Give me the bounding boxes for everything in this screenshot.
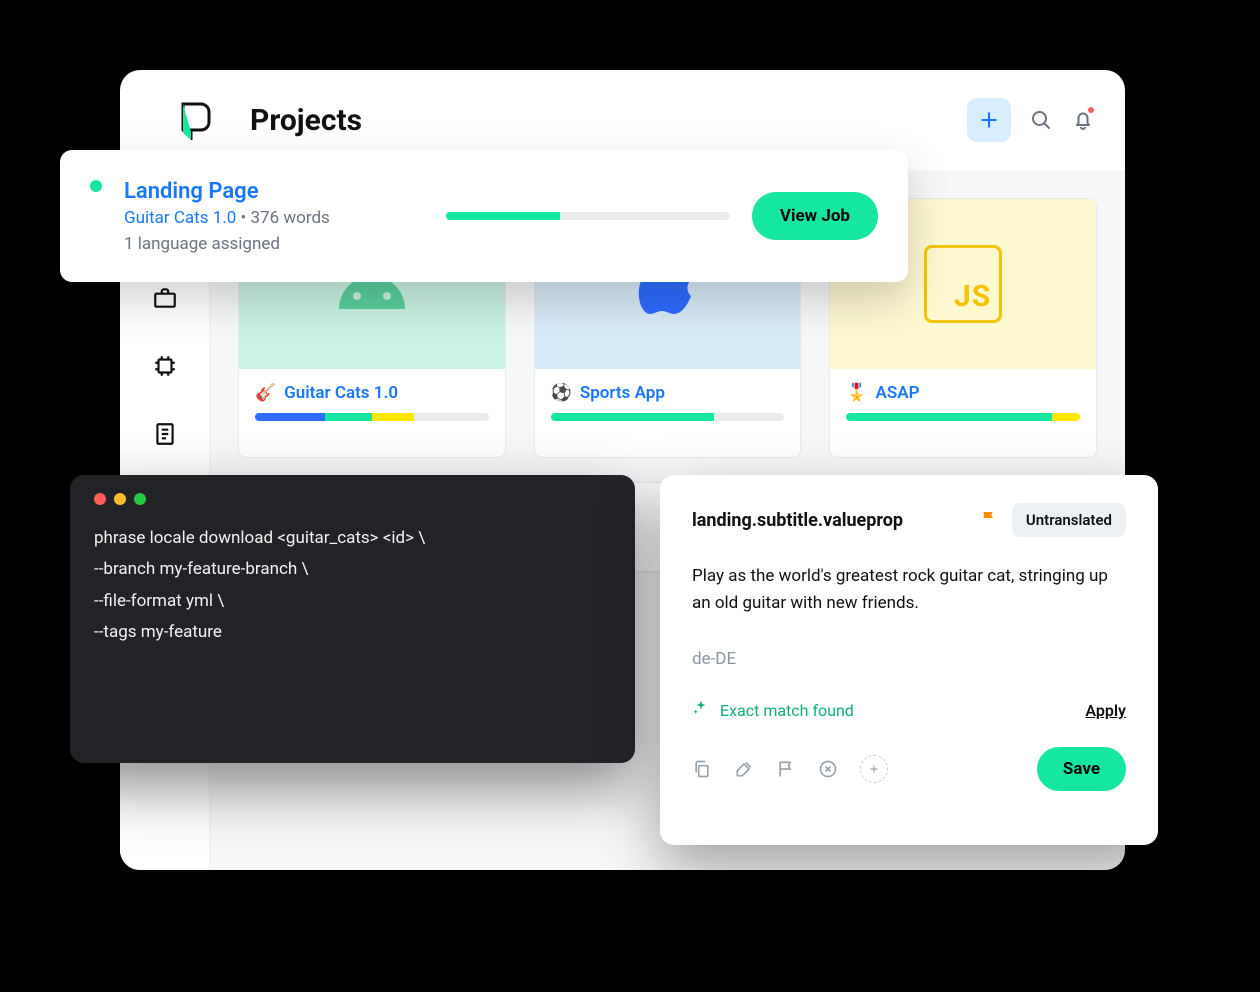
job-subtitle: Guitar Cats 1.0 • 376 words <box>124 208 424 228</box>
flag-button[interactable] <box>980 509 998 531</box>
project-progress <box>255 413 489 421</box>
terminal-line: phrase locale download <guitar_cats> <id… <box>94 523 611 554</box>
add-placeholder-button[interactable] <box>860 755 888 783</box>
briefcase-icon <box>152 285 178 311</box>
project-title: 🎸 Guitar Cats 1.0 <box>255 383 489 403</box>
status-chip: Untranslated <box>1012 503 1126 537</box>
progress-segment <box>846 413 1052 421</box>
copy-icon <box>692 759 712 779</box>
job-title[interactable]: Landing Page <box>124 179 424 204</box>
project-emoji-icon: 🎸 <box>255 383 276 403</box>
flag-icon <box>980 509 998 527</box>
sidebar-item-reports[interactable] <box>152 421 178 447</box>
job-languages: 1 language assigned <box>124 234 424 254</box>
notifications-button[interactable] <box>1071 108 1095 132</box>
project-title: 🎖️ ASAP <box>846 383 1080 403</box>
project-card-footer: ⚽ Sports App <box>535 369 801 435</box>
close-icon[interactable] <box>94 493 106 505</box>
target-locale: de-DE <box>692 649 1126 669</box>
page-title: Projects <box>250 103 362 138</box>
plus-icon <box>979 110 999 130</box>
match-text: Exact match found <box>720 701 854 720</box>
x-circle-icon <box>818 759 838 779</box>
progress-segment <box>255 413 325 421</box>
project-card-footer: 🎸 Guitar Cats 1.0 <box>239 369 505 435</box>
project-name: ASAP <box>876 383 920 403</box>
search-button[interactable] <box>1029 108 1053 132</box>
translation-key: landing.subtitle.valueprop <box>692 510 966 531</box>
project-name: Guitar Cats 1.0 <box>284 383 398 403</box>
clear-button[interactable] <box>818 759 838 779</box>
progress-segment <box>325 413 372 421</box>
sidebar-item-integrations[interactable] <box>152 353 178 379</box>
editor-toolbar: Save <box>692 747 1126 791</box>
terminal-window: phrase locale download <guitar_cats> <id… <box>70 475 635 763</box>
logo <box>150 100 240 140</box>
minimize-icon[interactable] <box>114 493 126 505</box>
progress-segment <box>372 413 414 421</box>
highlight-button[interactable] <box>734 759 754 779</box>
search-icon <box>1029 108 1053 132</box>
document-icon <box>152 421 178 447</box>
match-suggestion: Exact match found Apply <box>692 699 1126 721</box>
progress-segment <box>551 413 715 421</box>
project-progress <box>846 413 1080 421</box>
add-button[interactable] <box>967 98 1011 142</box>
source-text: Play as the world's greatest rock guitar… <box>692 563 1126 617</box>
job-project[interactable]: Guitar Cats 1.0 <box>124 208 236 228</box>
maximize-icon[interactable] <box>134 493 146 505</box>
phrase-logo-icon <box>177 100 213 140</box>
javascript-icon: JS <box>924 245 1002 323</box>
terminal-line: --tags my-feature <box>94 617 611 648</box>
terminal-line: --file-format yml \ <box>94 586 611 617</box>
flag-outline-icon <box>776 759 796 779</box>
job-progress <box>446 212 730 220</box>
highlighter-icon <box>734 759 754 779</box>
plus-small-icon <box>867 762 881 776</box>
progress-segment <box>1052 413 1080 421</box>
project-emoji-icon: 🎖️ <box>846 383 867 403</box>
window-controls <box>94 493 611 505</box>
save-button[interactable]: Save <box>1037 747 1126 791</box>
job-info: Landing Page Guitar Cats 1.0 • 376 words… <box>124 179 424 254</box>
project-card-footer: 🎖️ ASAP <box>830 369 1096 435</box>
header-actions <box>967 98 1095 142</box>
job-words: 376 words <box>251 208 330 228</box>
notification-dot-icon <box>1088 107 1094 113</box>
progress-fill <box>446 212 560 220</box>
copy-button[interactable] <box>692 759 712 779</box>
apply-button[interactable]: Apply <box>1085 701 1126 720</box>
project-progress <box>551 413 785 421</box>
status-active-icon <box>90 180 102 192</box>
terminal-line: --branch my-feature-branch \ <box>94 554 611 585</box>
flag-toolbar-button[interactable] <box>776 759 796 779</box>
project-name: Sports App <box>580 383 665 403</box>
job-card: Landing Page Guitar Cats 1.0 • 376 words… <box>60 150 908 282</box>
project-title: ⚽ Sports App <box>551 383 785 403</box>
project-emoji-icon: ⚽ <box>551 383 572 403</box>
view-job-button[interactable]: View Job <box>752 192 878 240</box>
sidebar-item-briefcase[interactable] <box>152 285 178 311</box>
translation-editor: landing.subtitle.valueprop Untranslated … <box>660 475 1158 845</box>
chip-icon <box>152 353 178 379</box>
sparkle-icon <box>692 699 710 721</box>
editor-header: landing.subtitle.valueprop Untranslated <box>692 503 1126 537</box>
